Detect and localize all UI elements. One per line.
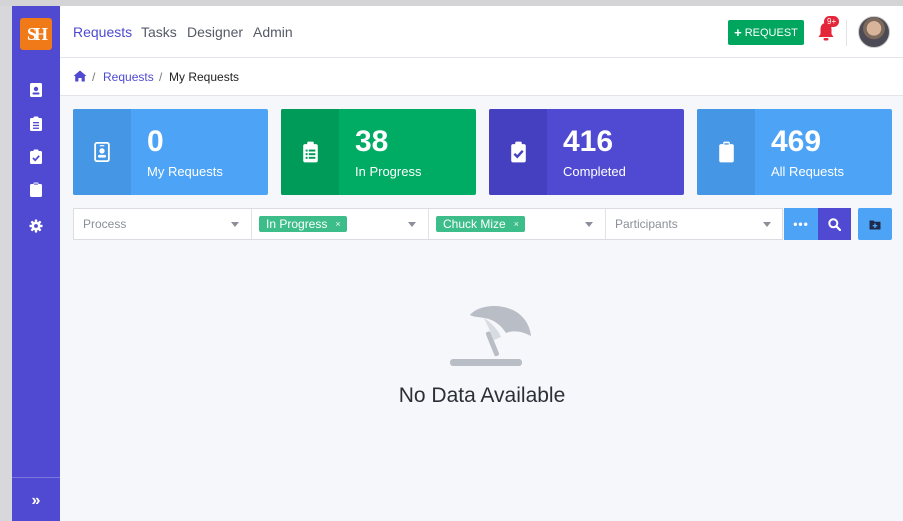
sidebar-item-my-requests[interactable]	[28, 82, 44, 98]
card-my-requests[interactable]: 0 My Requests	[73, 109, 268, 195]
sidebar-divider	[12, 477, 60, 478]
card-all-requests[interactable]: 469 All Requests	[697, 109, 892, 195]
chevron-down-icon	[231, 222, 239, 227]
home-icon[interactable]	[73, 70, 87, 82]
breadcrumb-separator: /	[92, 70, 96, 84]
app-logo[interactable]: SH	[20, 18, 52, 50]
status-tag-label: In Progress	[266, 217, 328, 231]
navbar-separator	[846, 20, 847, 46]
sidebar-item-tasks[interactable]	[28, 116, 44, 132]
card-icon-box	[697, 109, 755, 195]
sidebar-item-all-requests[interactable]	[28, 182, 44, 198]
card-completed[interactable]: 416 Completed	[489, 109, 684, 195]
search-button[interactable]	[818, 208, 851, 240]
card-icon-box	[73, 109, 131, 195]
notification-badge: 9+	[824, 16, 840, 27]
nav-link-designer[interactable]: Designer	[187, 24, 243, 40]
process-select[interactable]: Process	[74, 209, 252, 239]
chevron-down-icon	[585, 222, 593, 227]
save-search-button[interactable]	[858, 208, 892, 240]
nav-link-admin[interactable]: Admin	[253, 24, 293, 40]
chevron-down-icon	[408, 222, 416, 227]
card-label: Completed	[563, 164, 626, 179]
clipboard-icon	[30, 182, 42, 197]
sidebar-item-completed[interactable]	[28, 149, 44, 165]
empty-state-message: No Data Available	[398, 384, 566, 407]
chevron-double-right-icon[interactable]: »	[26, 491, 46, 511]
search-icon	[828, 217, 841, 231]
sidebar: SH »	[12, 6, 60, 521]
status-tag: In Progress ×	[259, 216, 347, 232]
clipboard-icon	[718, 141, 734, 163]
breadcrumb: / Requests / My Requests	[60, 58, 903, 96]
clipboard-check-icon	[30, 149, 42, 164]
breadcrumb-separator: /	[159, 70, 163, 84]
card-count: 0	[147, 125, 164, 158]
gear-icon	[29, 219, 43, 233]
clipboard-check-icon	[510, 141, 526, 163]
folder-plus-icon	[869, 220, 881, 229]
card-label: In Progress	[355, 164, 422, 179]
clipboard-list-icon	[302, 141, 318, 163]
chevron-down-icon	[763, 222, 771, 227]
process-placeholder: Process	[83, 217, 127, 231]
beach-umbrella-icon	[450, 306, 531, 366]
card-count: 38	[355, 125, 389, 158]
requester-tag: Chuck Mize ×	[436, 216, 525, 232]
nav-link-tasks[interactable]: Tasks	[141, 24, 177, 40]
card-in-progress[interactable]: 38 In Progress	[281, 109, 476, 195]
new-request-button[interactable]: + REQUEST	[728, 20, 804, 45]
window-left-edge	[0, 6, 12, 521]
sidebar-item-settings[interactable]	[28, 218, 44, 234]
card-icon-box	[489, 109, 547, 195]
breadcrumb-item-requests[interactable]: Requests	[103, 70, 154, 84]
user-avatar[interactable]	[858, 16, 890, 48]
id-badge-icon	[94, 141, 110, 163]
requester-tag-label: Chuck Mize	[443, 217, 506, 231]
top-navbar: Requests Tasks Designer Admin + REQUEST …	[60, 6, 903, 58]
nav-link-requests[interactable]: Requests	[73, 24, 132, 40]
card-count: 416	[563, 125, 614, 158]
breadcrumb-item-my-requests: My Requests	[169, 70, 240, 84]
new-request-label: REQUEST	[744, 26, 798, 39]
participants-placeholder: Participants	[615, 217, 678, 231]
close-icon[interactable]: ×	[335, 219, 340, 229]
card-count: 469	[771, 125, 822, 158]
clipboard-list-icon	[30, 116, 42, 131]
id-badge-icon	[30, 83, 42, 97]
requester-select[interactable]: Chuck Mize ×	[429, 209, 606, 239]
plus-icon: +	[734, 25, 742, 40]
filter-bar: Process In Progress × Chuck Mize × Parti…	[73, 208, 783, 240]
card-label: My Requests	[147, 164, 223, 179]
advanced-search-button[interactable]: •••	[784, 208, 818, 240]
card-icon-box	[281, 109, 339, 195]
card-label: All Requests	[771, 164, 844, 179]
status-select[interactable]: In Progress ×	[252, 209, 429, 239]
close-icon[interactable]: ×	[514, 219, 519, 229]
participants-select[interactable]: Participants	[606, 209, 782, 239]
